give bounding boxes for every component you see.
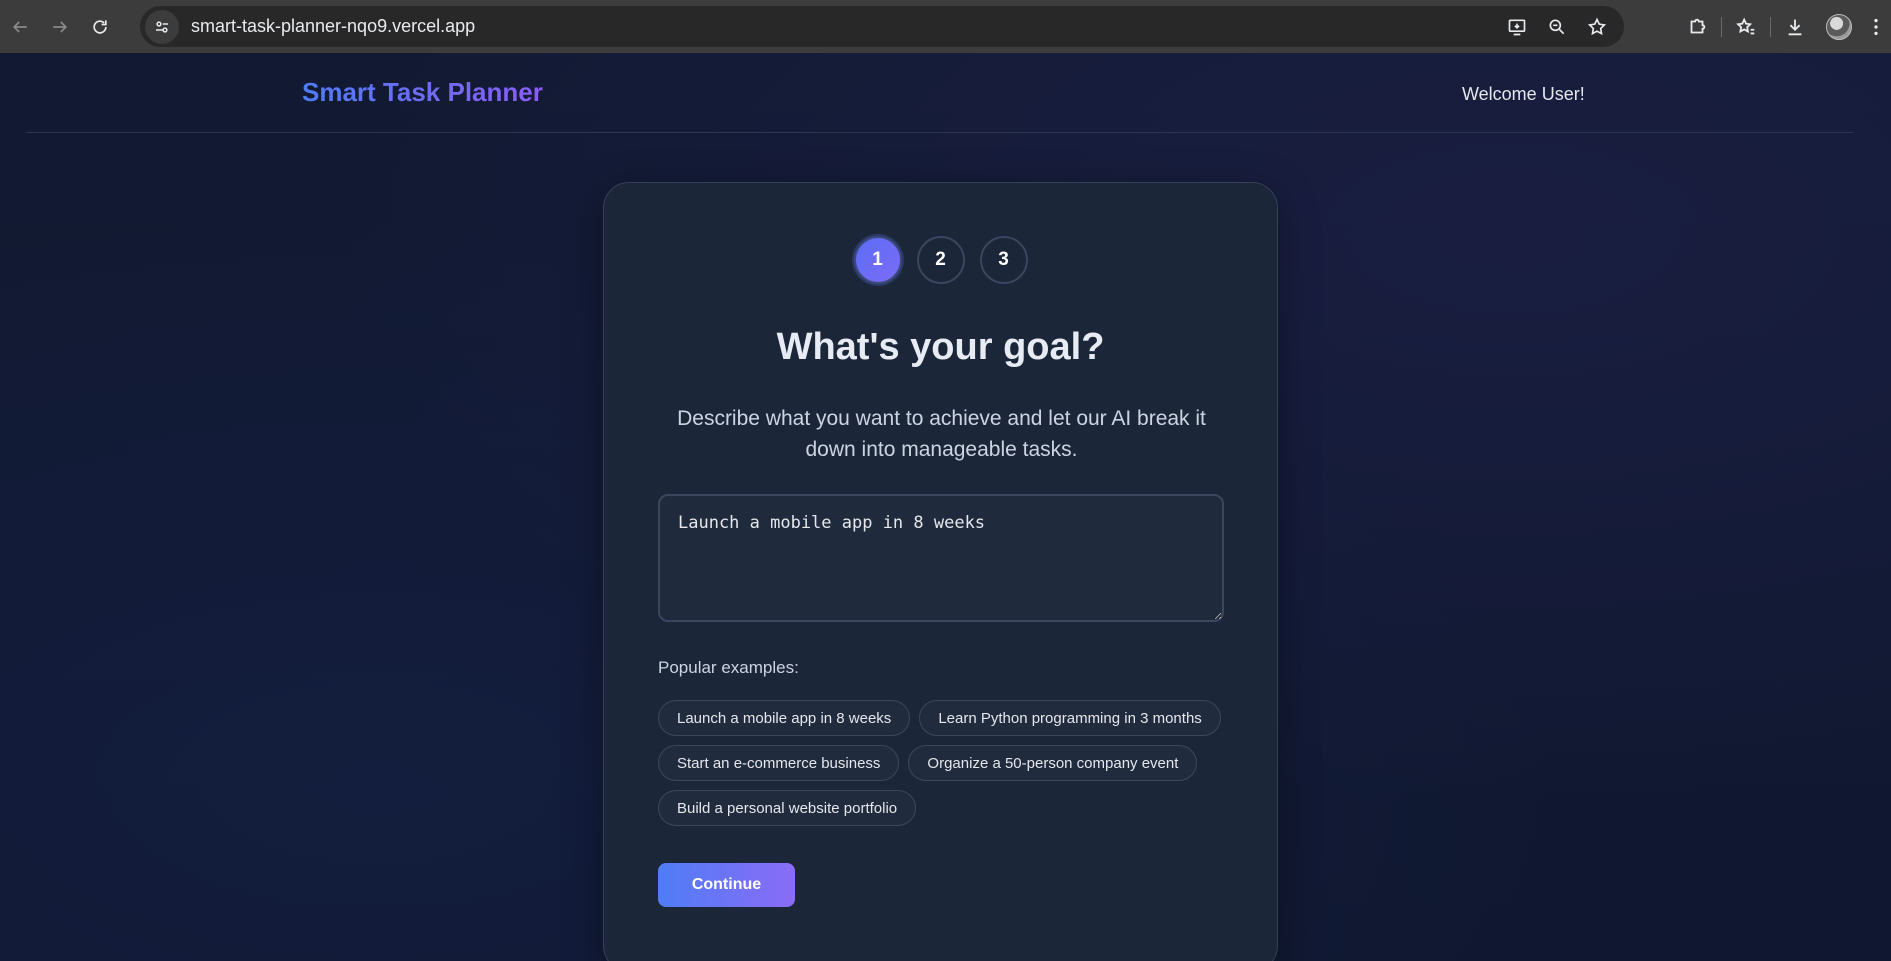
welcome-text: Welcome User! (1462, 84, 1585, 104)
goal-card: 1 2 3 What's your goal? Describe what yo… (603, 182, 1278, 961)
tune-icon[interactable] (145, 9, 179, 44)
avatar[interactable] (1817, 5, 1861, 49)
download-icon[interactable] (1773, 5, 1817, 49)
puzzle-icon[interactable] (1675, 5, 1719, 49)
site-header: Smart Task Planner Welcome User! (26, 53, 1853, 133)
url-text[interactable]: smart-task-planner-nqo9.vercel.app (191, 16, 475, 37)
reload-icon[interactable] (80, 7, 120, 47)
step-1: 1 (853, 236, 902, 284)
example-chip[interactable]: Build a personal website portfolio (658, 790, 917, 826)
browser-toolbar: smart-task-planner-nqo9.vercel.app (0, 0, 1891, 53)
back-arrow-icon[interactable] (0, 7, 40, 47)
goal-input[interactable] (658, 494, 1224, 622)
install-app-icon[interactable] (1504, 14, 1530, 40)
page-title: What's your goal? (776, 326, 1105, 368)
examples-list: Launch a mobile app in 8 weeks Learn Pyt… (658, 700, 1228, 826)
example-chip[interactable]: Organize a 50-person company event (908, 745, 1198, 781)
examples-label: Popular examples: (658, 658, 799, 677)
forward-arrow-icon[interactable] (40, 7, 80, 47)
star-list-icon[interactable] (1724, 5, 1768, 49)
example-chip[interactable]: Start an e-commerce business (658, 745, 900, 781)
page: Smart Task Planner Welcome User! 1 2 3 W… (0, 53, 1891, 961)
step-2: 2 (916, 236, 965, 284)
more-vert-icon[interactable] (1861, 5, 1891, 49)
step-3: 3 (979, 236, 1028, 284)
star-icon[interactable] (1584, 14, 1610, 40)
brand-logo[interactable]: Smart Task Planner (302, 77, 543, 108)
toolbar-divider (1721, 16, 1722, 37)
example-chip[interactable]: Launch a mobile app in 8 weeks (658, 700, 911, 736)
stepper: 1 2 3 (604, 236, 1277, 284)
example-chip[interactable]: Learn Python programming in 3 months (919, 700, 1221, 736)
toolbar-divider (1770, 16, 1771, 37)
page-subtitle: Describe what you want to achieve and le… (677, 407, 1206, 461)
address-bar[interactable]: smart-task-planner-nqo9.vercel.app (140, 6, 1624, 47)
continue-button[interactable]: Continue (658, 863, 795, 907)
zoom-out-icon[interactable] (1544, 14, 1570, 40)
